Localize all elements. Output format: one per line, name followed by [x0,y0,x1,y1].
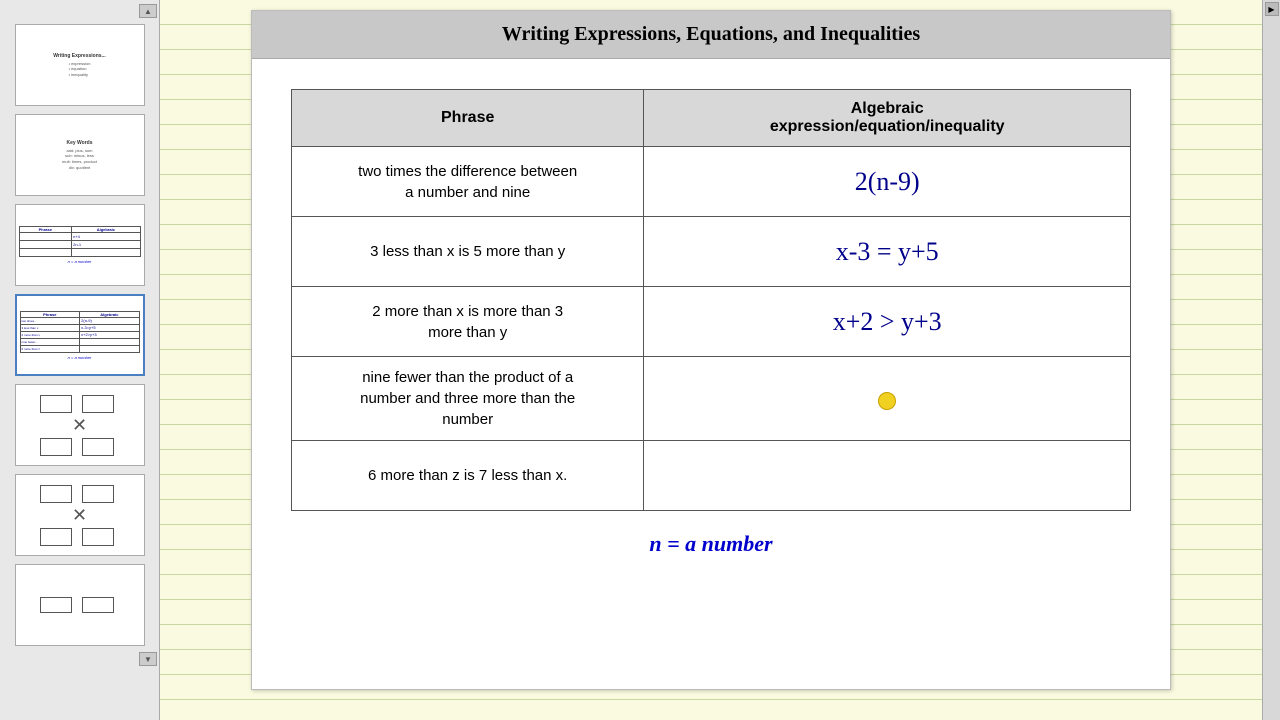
cursor-indicator [878,392,896,410]
col-header-algebraic: Algebraicexpression/equation/inequality [644,90,1131,147]
slide-body: Phrase Algebraicexpression/equation/ineq… [252,59,1170,689]
phrase-cell-3: 2 more than x is more than 3more than y [292,287,644,357]
algebra-cell-1: 2(n-9) [644,147,1131,217]
slide-title: Writing Expressions, Equations, and Ineq… [272,23,1150,46]
slide-thumb-3[interactable]: PhraseAlgebraic n+4 2n-1 n = a number [15,204,145,286]
slide-frame: Writing Expressions, Equations, and Ineq… [251,10,1171,690]
phrase-cell-5: 6 more than z is 7 less than x. [292,441,644,511]
expressions-table: Phrase Algebraicexpression/equation/ineq… [291,89,1131,511]
phrase-cell-1: two times the difference betweena number… [292,147,644,217]
slide-thumb-5[interactable]: ✕ [15,384,145,466]
algebra-cell-5 [644,441,1131,511]
legend-text: n = a number [649,531,772,557]
table-row: 6 more than z is 7 less than x. [292,441,1131,511]
slide-thumb-1[interactable]: Writing Expressions... • expression • eq… [15,24,145,106]
right-scrollbar: ▶ [1262,0,1280,720]
slide-thumb-4[interactable]: PhraseAlgebraic two times...2(n-9) 3 les… [15,294,145,376]
table-row: 3 less than x is 5 more than y x-3 = y+5 [292,217,1131,287]
slide-header: Writing Expressions, Equations, and Ineq… [252,11,1170,59]
algebra-cell-3: x+2 > y+3 [644,287,1131,357]
col-header-phrase: Phrase [292,90,644,147]
phrase-cell-4: nine fewer than the product of anumber a… [292,357,644,441]
algebra-cell-4 [644,357,1131,441]
scroll-up-button[interactable]: ▲ [139,4,157,18]
slide-thumb-7[interactable] [15,564,145,646]
slide-thumb-2[interactable]: Key Words add: plus, sum sub: minus, les… [15,114,145,196]
main-content-area: Writing Expressions, Equations, and Ineq… [160,0,1262,720]
right-scroll-button[interactable]: ▶ [1265,2,1279,16]
table-row: two times the difference betweena number… [292,147,1131,217]
algebra-cell-2: x-3 = y+5 [644,217,1131,287]
scroll-down-button[interactable]: ▼ [139,652,157,666]
slide-thumb-6[interactable]: ✕ [15,474,145,556]
slide-panel: ▲ Writing Expressions... • expression • … [0,0,160,720]
phrase-cell-2: 3 less than x is 5 more than y [292,217,644,287]
table-row: nine fewer than the product of anumber a… [292,357,1131,441]
table-row: 2 more than x is more than 3more than y … [292,287,1131,357]
